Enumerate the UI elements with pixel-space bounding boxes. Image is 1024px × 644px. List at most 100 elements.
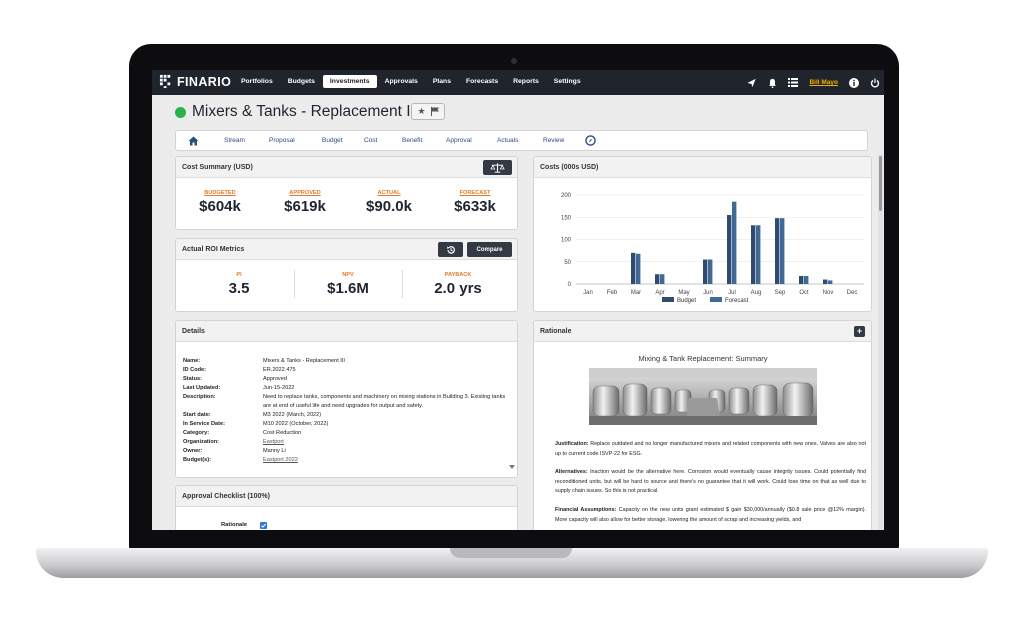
details-panel: Details Name: Mixers & Tanks - Replacemen… xyxy=(175,320,518,478)
metric-label: PAYBACK xyxy=(444,272,472,278)
bar-budget xyxy=(631,252,636,284)
metric-label[interactable]: FORECAST xyxy=(430,190,517,196)
detail-key: Category: xyxy=(183,430,210,436)
chevron-down-icon[interactable] xyxy=(509,465,515,470)
logo-icon xyxy=(159,74,171,89)
tab-stream[interactable]: Stream xyxy=(224,137,245,144)
panel-header: Actual ROI Metrics Compare xyxy=(176,239,517,260)
tab-approval[interactable]: Approval xyxy=(446,137,472,144)
panel-header: Rationale + xyxy=(534,321,871,342)
x-tick-label: Sep xyxy=(775,290,786,296)
bar-budget xyxy=(751,225,756,284)
detail-value: M3 2022 (March, 2022) xyxy=(263,412,322,418)
x-tick-label: Nov xyxy=(823,290,834,296)
costs-bar-chart: 0 50 100 150 200 Jan Feb Mar Apr May Jun Jul Aug Sep O… xyxy=(561,193,864,304)
metric-value: $90.0k xyxy=(366,198,412,215)
financial-label: Financial Assumptions: xyxy=(555,507,617,513)
rationale-doc-title: Mixing & Tank Replacement: Summary xyxy=(638,354,768,363)
metric-label[interactable]: ACTUAL xyxy=(344,190,434,196)
y-tick-label: 200 xyxy=(561,193,572,199)
detail-key: Organization: xyxy=(183,439,220,445)
send-icon[interactable] xyxy=(746,78,757,88)
home-icon[interactable] xyxy=(188,136,199,146)
logo[interactable]: FINARIO xyxy=(159,74,231,89)
cost-summary-panel: Cost Summary (USD) BUDGETED $604k APPROVED… xyxy=(175,156,518,230)
bar-budget xyxy=(775,218,780,284)
checklist-item-label: Rationale xyxy=(221,522,248,528)
metric-approved: APPROVED $619k xyxy=(260,190,350,215)
star-icon[interactable]: ★ xyxy=(417,106,425,117)
details-list: Name: Mixers & Tanks - Replacement III ID … xyxy=(183,357,513,465)
panel-title: Actual ROI Metrics xyxy=(182,246,245,253)
detail-row: Budget(s): Eastport 2022 xyxy=(183,456,513,465)
legend-label: Budget xyxy=(677,298,696,304)
detail-key: Last Updated: xyxy=(183,385,221,391)
nav-item-forecasts[interactable]: Forecasts xyxy=(459,75,505,88)
balance-scale-icon xyxy=(490,162,505,173)
y-tick-label: 0 xyxy=(568,282,572,288)
metric-value: $604k xyxy=(199,198,241,215)
financial-paragraph: Financial Assumptions: Capacity on the n… xyxy=(555,506,866,525)
bar-budget xyxy=(727,215,732,284)
detail-row: Category: Cost Reduction xyxy=(183,429,513,438)
nav-item-settings[interactable]: Settings xyxy=(547,75,588,88)
top-navbar: FINARIO Portfolios Budgets Investments Appr… xyxy=(152,70,884,95)
bar-budget xyxy=(799,275,804,284)
history-button[interactable] xyxy=(438,242,463,257)
x-tick-label: Jun xyxy=(703,290,713,296)
detail-row: ID Code: ER.2022.475 xyxy=(183,366,513,375)
x-tick-label: Mar xyxy=(631,290,641,296)
bell-icon[interactable] xyxy=(768,78,777,88)
detail-key: In Service Date: xyxy=(183,421,225,427)
detail-row: Last Updated: Jun-15-2022 xyxy=(183,384,513,393)
bar-forecast xyxy=(828,280,833,284)
nav-item-investments[interactable]: Investments xyxy=(322,75,377,88)
info-icon[interactable] xyxy=(849,77,859,88)
metric-actual: ACTUAL $90.0k xyxy=(344,190,434,215)
app-screen: FINARIO Portfolios Budgets Investments Appr… xyxy=(152,70,884,530)
history-icon xyxy=(446,245,455,254)
tab-cost[interactable]: Cost xyxy=(364,137,377,144)
main-nav: Portfolios Budgets Investments Approvals Pla… xyxy=(234,75,589,88)
expand-button[interactable]: + xyxy=(854,326,865,337)
detail-value: Cost Reduction xyxy=(263,430,302,436)
metric-label[interactable]: APPROVED xyxy=(260,190,350,196)
scrollbar-thumb[interactable] xyxy=(879,156,882,211)
tab-benefit[interactable]: Benefit xyxy=(402,137,422,144)
panel-title: Details xyxy=(182,328,205,335)
tab-review[interactable]: Review xyxy=(543,137,564,144)
tab-actuals[interactable]: Actuals xyxy=(497,137,518,144)
detail-value[interactable]: Eastport xyxy=(263,438,513,447)
nav-item-portfolios[interactable]: Portfolios xyxy=(234,75,280,88)
metric-budgeted: BUDGETED $604k xyxy=(176,190,265,215)
metric-value: 2.0 yrs xyxy=(434,280,482,297)
user-menu-link[interactable]: Bill Mayo xyxy=(809,79,838,86)
flag-icon[interactable] xyxy=(430,107,439,116)
x-tick-label: Jul xyxy=(728,290,736,296)
detail-value: Mixers & Tanks - Replacement III xyxy=(263,358,345,364)
detail-key: Start date: xyxy=(183,412,211,418)
list-icon[interactable] xyxy=(788,78,799,87)
compare-button[interactable]: Compare xyxy=(467,242,512,257)
detail-value: Manny Li xyxy=(263,448,286,454)
checkbox-checked-icon[interactable] xyxy=(260,522,267,529)
bar-forecast xyxy=(756,225,761,284)
bar-forecast xyxy=(660,274,665,284)
tab-budget[interactable]: Budget xyxy=(322,137,343,144)
detail-value: Need to replace tanks, components and ma… xyxy=(263,394,506,409)
power-icon[interactable] xyxy=(870,78,880,88)
nav-item-reports[interactable]: Reports xyxy=(506,75,546,88)
nav-item-approvals[interactable]: Approvals xyxy=(378,75,425,88)
panel-header: Approval Checklist (100%) xyxy=(176,486,517,507)
compass-icon[interactable] xyxy=(585,135,596,146)
metric-label[interactable]: BUDGETED xyxy=(176,190,265,196)
x-tick-label: Jan xyxy=(583,290,593,296)
panel-title: Costs (000s USD) xyxy=(540,164,599,171)
detail-value[interactable]: Eastport 2022 xyxy=(263,456,513,465)
nav-item-budgets[interactable]: Budgets xyxy=(281,75,322,88)
title-actions: ★ xyxy=(411,103,445,120)
tab-proposal[interactable]: Proposal xyxy=(269,137,295,144)
nav-item-plans[interactable]: Plans xyxy=(426,75,458,88)
detail-row: Start date: M3 2022 (March, 2022) xyxy=(183,411,513,420)
balance-button[interactable] xyxy=(483,160,512,175)
